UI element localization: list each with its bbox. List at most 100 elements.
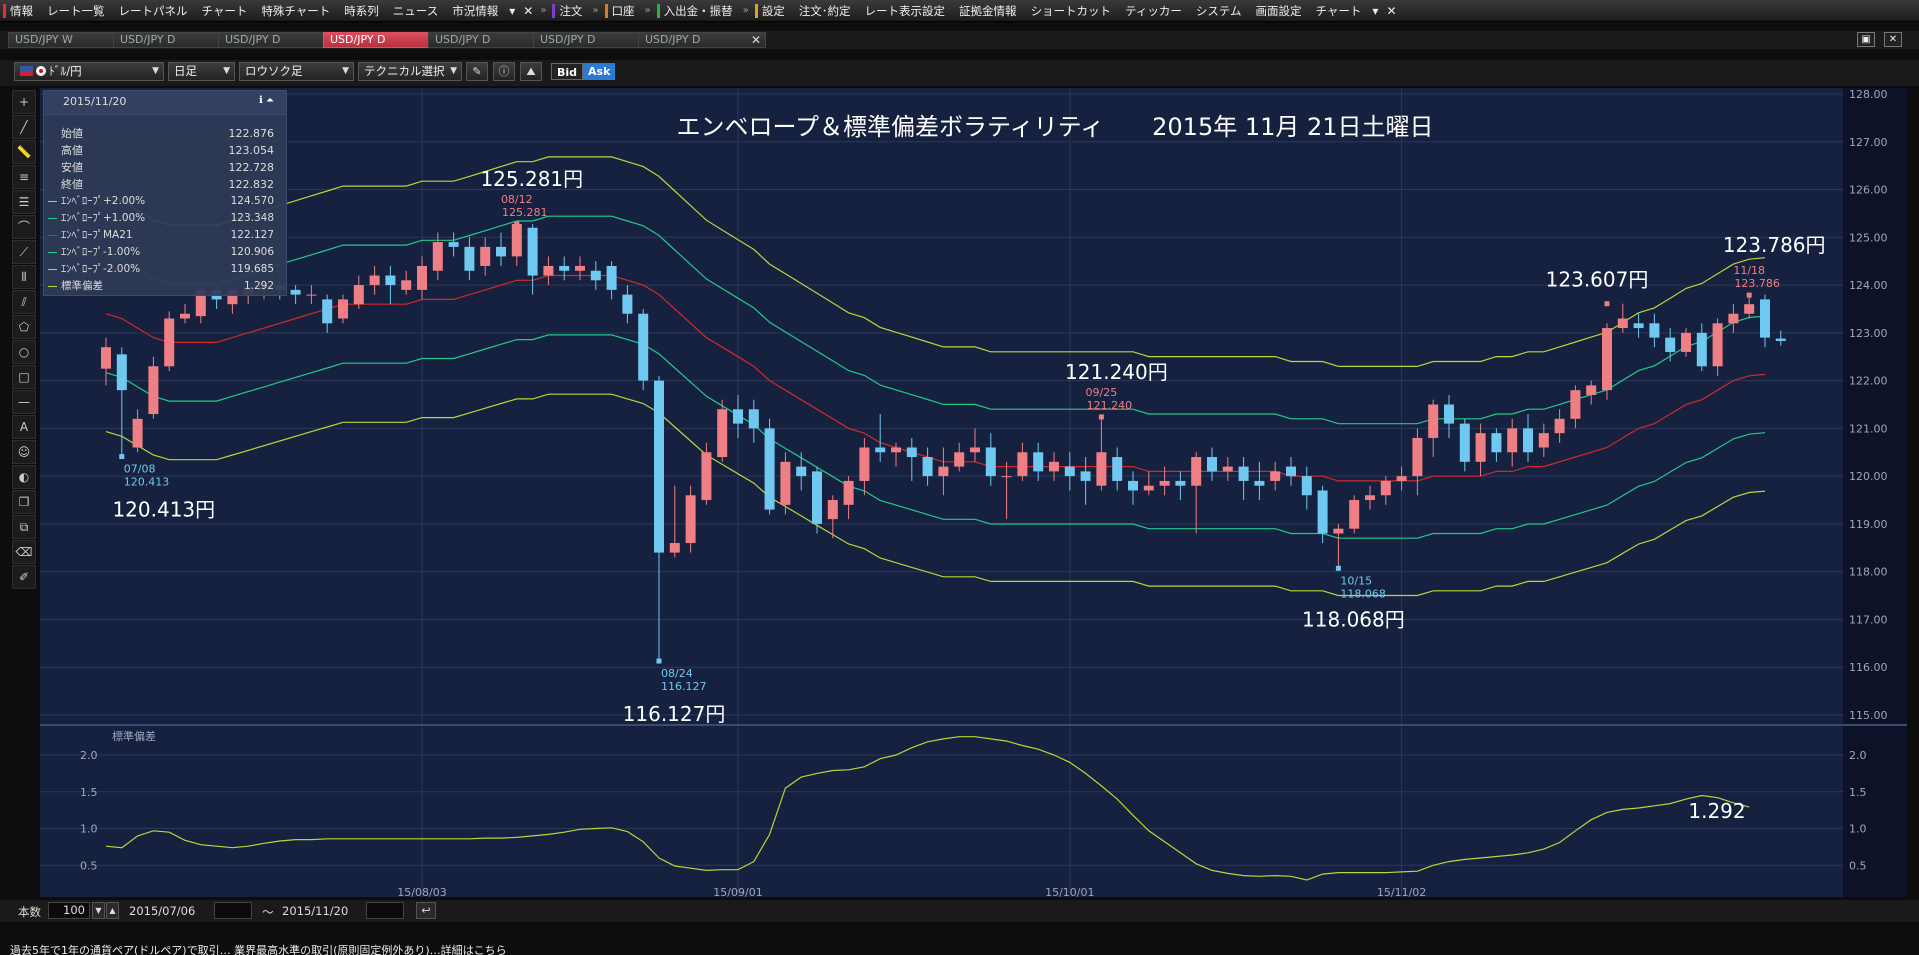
indicator-value: 1.292: [243, 280, 274, 292]
candle-body: [1491, 433, 1502, 453]
candle-body: [132, 418, 143, 448]
candle-body: [1428, 404, 1439, 438]
price-tick-label: 125.00: [1849, 231, 1888, 244]
candle-body: [338, 299, 348, 319]
candle-body: [906, 447, 917, 458]
trendline-icon[interactable]: ╱: [12, 115, 36, 139]
ohlc-row: 終値 122.832: [44, 176, 286, 193]
bottom-bar: 本数 100 ▼ ▲ 2015/07/06 〜 2015/11/20 ↩: [0, 900, 1919, 922]
annotation-big-label: 118.068円: [1302, 607, 1405, 631]
stddev-pane-bg: [40, 726, 1843, 897]
pentagon-icon[interactable]: ⬠: [12, 315, 36, 339]
from-date[interactable]: 2015/07/06: [129, 904, 195, 918]
candle-body: [559, 265, 570, 271]
annotation-big-label: 116.127円: [623, 702, 726, 726]
fibonacci-icon[interactable]: ☰: [12, 190, 36, 214]
count-input[interactable]: 100: [48, 902, 90, 919]
candle-body: [164, 318, 175, 367]
candle-body: [1665, 337, 1676, 352]
indicator-label: ｴﾝﾍﾞﾛｰﾌﾟ-2.00%: [61, 263, 141, 275]
price-tick-label: 120.00: [1849, 470, 1888, 483]
range-tilde: 〜: [262, 905, 274, 919]
extreme-marker: [1098, 414, 1104, 420]
from-time-input[interactable]: [214, 902, 252, 919]
candle-body: [1538, 433, 1549, 448]
price-tick-label: 126.00: [1849, 184, 1888, 197]
crosshair-icon[interactable]: +: [12, 90, 36, 114]
candle-body: [1001, 476, 1012, 478]
candle-body: [417, 265, 427, 290]
candle-body: [1191, 457, 1202, 486]
price-tick-label: 128.00: [1849, 88, 1888, 101]
extreme-date-label: 11/18: [1733, 264, 1765, 277]
layers-icon[interactable]: ⧉: [12, 515, 36, 539]
stddev-tick-label: 2.0: [1849, 749, 1867, 762]
candle-body: [1649, 323, 1660, 338]
to-time-input[interactable]: [366, 902, 404, 919]
ruler-icon[interactable]: 📏: [12, 140, 36, 164]
info-collapse-icon[interactable]: ℹ ⏶: [259, 95, 274, 106]
extreme-price-label: 120.413: [124, 476, 170, 489]
candle-body: [780, 461, 791, 505]
indicator-value: 123.348: [230, 212, 274, 224]
rectangle-icon[interactable]: □: [12, 365, 36, 389]
extreme-price-label: 116.127: [661, 680, 707, 693]
candle-body: [353, 285, 364, 305]
candle-body: [1286, 466, 1296, 477]
refresh-icon[interactable]: ↩: [416, 902, 436, 919]
ohlc-row: 安値 122.728: [44, 159, 286, 176]
extreme-price-label: 121.240: [1087, 399, 1133, 412]
candle-body: [985, 447, 996, 477]
date-tick-label: 15/08/03: [397, 886, 446, 899]
indicator-value: 120.906: [230, 246, 274, 258]
fan-lines-icon[interactable]: ⟋: [12, 240, 36, 264]
paint-icon[interactable]: ◐: [12, 465, 36, 489]
candle-body: [1602, 328, 1612, 391]
price-chart[interactable]: 128.00 127.00 126.00 125.00 124.00 123.00 122.…: [0, 0, 1919, 900]
channel-icon[interactable]: ⫽: [12, 290, 36, 314]
candle-body: [369, 275, 380, 286]
candle-body: [1633, 323, 1644, 329]
indicator-row: ｴﾝﾍﾞﾛｰﾌﾟ-2.00% 119.685: [44, 261, 286, 278]
candle-body: [1617, 318, 1628, 329]
candle-body: [1301, 476, 1312, 496]
extreme-date-label: 10/15: [1340, 574, 1372, 587]
stddev-pane-label: 標準偏差: [112, 729, 156, 743]
candle-body: [1570, 390, 1581, 419]
price-tick-label: 122.00: [1849, 375, 1888, 388]
ohlc-label: 安値: [61, 161, 83, 174]
eraser-icon[interactable]: ⌫: [12, 540, 36, 564]
candle-body: [480, 246, 491, 266]
date-tick-label: 15/09/01: [713, 886, 762, 899]
circle-icon[interactable]: ○: [12, 340, 36, 364]
extreme-marker: [1604, 301, 1610, 307]
candle-body: [575, 265, 585, 271]
candle-body: [1270, 471, 1281, 481]
indicator-value: 124.570: [230, 195, 274, 207]
stddev-tick-label-left: 1.5: [80, 786, 98, 799]
to-date[interactable]: 2015/11/20: [282, 904, 348, 918]
candle-body: [654, 380, 664, 553]
text-icon[interactable]: A: [12, 415, 36, 439]
candle-body: [1365, 495, 1375, 501]
candle-body: [764, 428, 775, 510]
vertical-lines-icon[interactable]: ⦀: [12, 265, 36, 289]
count-down-icon[interactable]: ▼: [92, 902, 105, 919]
eraser-all-icon[interactable]: ✐: [12, 565, 36, 589]
indicator-label: ｴﾝﾍﾞﾛｰﾌﾟMA21: [61, 229, 133, 241]
horizontal-lines-icon[interactable]: ≡: [12, 165, 36, 189]
copy-icon[interactable]: ❐: [12, 490, 36, 514]
candle-body: [1238, 466, 1249, 481]
price-tick-label: 115.00: [1849, 709, 1888, 722]
count-up-icon[interactable]: ▲: [106, 902, 119, 919]
data-window: 2015/11/20 ℹ ⏶ 始値 122.876 高値 123.054 安値 122.72…: [43, 90, 287, 296]
indicator-row: ｴﾝﾍﾞﾛｰﾌﾟ+2.00% 124.570: [44, 193, 286, 210]
candle-body: [748, 409, 759, 429]
candle-body: [401, 280, 412, 290]
news-ticker[interactable]: 過去5年で1年の通貨ペア(ドルペア)で取引… 業界最高水準の取引(原則固定例外あ…: [0, 940, 1919, 955]
horizontal-line-icon[interactable]: —: [12, 390, 36, 414]
fibonacci-arc-icon[interactable]: ⌒: [12, 215, 36, 239]
candle-body: [590, 270, 601, 281]
emoji-icon[interactable]: ☺: [12, 440, 36, 464]
candle-body: [1412, 437, 1423, 477]
